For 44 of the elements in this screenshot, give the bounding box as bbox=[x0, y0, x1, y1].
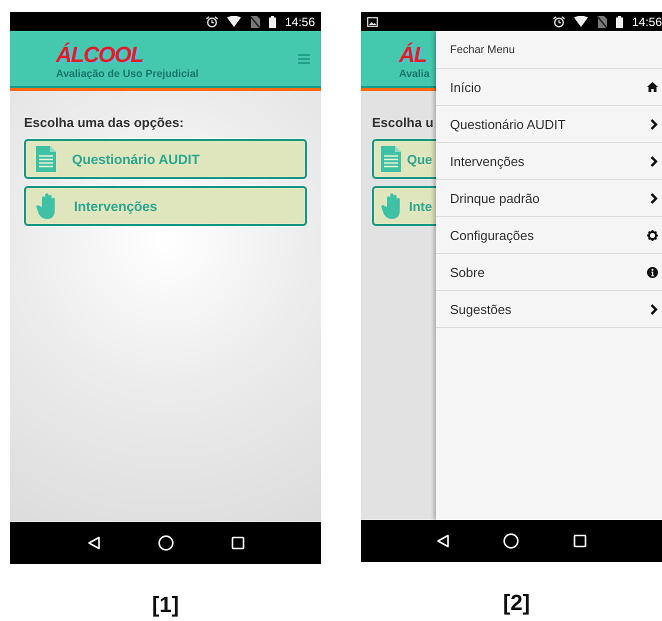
app-subtitle: Avalia bbox=[399, 68, 431, 80]
menu-item[interactable]: Sobre bbox=[436, 254, 662, 291]
chevron-right-icon bbox=[650, 192, 658, 204]
image-notification-icon bbox=[367, 16, 378, 26]
document-icon bbox=[381, 146, 401, 172]
info-icon bbox=[647, 266, 658, 278]
alarm-icon bbox=[552, 16, 565, 28]
home-button-icon[interactable] bbox=[503, 533, 520, 549]
no-sim-icon bbox=[250, 16, 260, 28]
recent-apps-icon[interactable] bbox=[573, 534, 588, 548]
close-menu-button[interactable]: Fechar Menu bbox=[436, 31, 662, 69]
battery-icon bbox=[268, 16, 276, 28]
settings-icon bbox=[647, 230, 658, 240]
chevron-right-icon bbox=[650, 118, 658, 130]
hand-icon bbox=[381, 193, 403, 219]
clock-time: 14:56 bbox=[632, 14, 662, 28]
app-logo: ÁLCOOL bbox=[56, 44, 144, 66]
no-sim-icon bbox=[596, 16, 607, 28]
recent-apps-icon[interactable] bbox=[230, 536, 244, 550]
hand-icon bbox=[36, 193, 58, 219]
clock-time: 14:56 bbox=[284, 14, 315, 28]
chevron-right-icon bbox=[650, 156, 658, 166]
menu-item[interactable]: Configurações bbox=[436, 217, 662, 254]
battery-icon bbox=[616, 16, 623, 28]
alarm-icon bbox=[206, 16, 218, 28]
app-subtitle: Avaliação de Uso Prejudicial bbox=[56, 68, 200, 80]
wifi-icon bbox=[574, 16, 588, 27]
menu-item[interactable]: Questionário AUDIT bbox=[436, 106, 662, 143]
menu-item[interactable]: Intervenções bbox=[436, 143, 662, 180]
menu-item[interactable]: Drinque padrão bbox=[436, 180, 662, 217]
app-logo: ÁL bbox=[399, 44, 428, 66]
figure-caption: [1] bbox=[152, 592, 179, 618]
home-icon bbox=[647, 82, 658, 92]
chevron-right-icon bbox=[650, 304, 658, 314]
menu-item[interactable]: Sugestões bbox=[436, 291, 662, 328]
wifi-icon bbox=[226, 16, 241, 27]
figure-caption: [2] bbox=[503, 590, 530, 616]
document-icon bbox=[36, 146, 56, 172]
home-button-icon[interactable] bbox=[158, 535, 174, 551]
prompt-text: Escolha uma das opções: bbox=[24, 115, 185, 130]
prompt-text: Escolha u bbox=[372, 115, 434, 130]
back-icon[interactable] bbox=[436, 534, 450, 548]
menu-item[interactable]: Início bbox=[436, 69, 662, 106]
back-icon[interactable] bbox=[86, 536, 100, 550]
